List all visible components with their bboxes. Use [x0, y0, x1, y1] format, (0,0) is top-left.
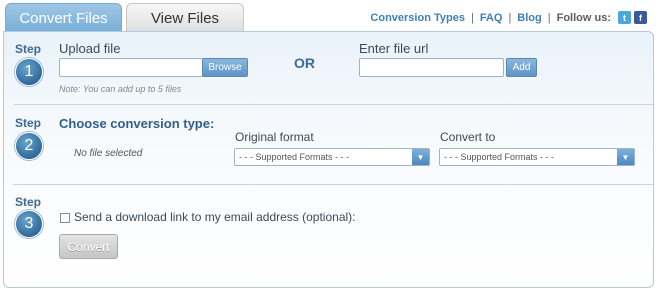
separator: |	[508, 11, 512, 24]
step-1-label: Step	[15, 42, 42, 56]
step-3-label: Step	[15, 195, 42, 209]
original-format-value: - - - Supported Formats - - -	[239, 152, 350, 162]
tab-view-files[interactable]: View Files	[126, 3, 244, 32]
divider	[13, 104, 653, 105]
add-button[interactable]: Add	[506, 58, 537, 77]
upload-file-label: Upload file	[59, 41, 121, 56]
conversion-type-heading: Choose conversion type:	[59, 116, 215, 131]
twitter-icon[interactable]: t	[618, 11, 631, 24]
convert-to-value: - - - Supported Formats - - -	[444, 152, 555, 162]
email-link-checkbox[interactable]	[60, 213, 70, 223]
faq-link[interactable]: FAQ	[480, 12, 503, 24]
blog-link[interactable]: Blog	[517, 12, 541, 24]
facebook-icon[interactable]: f	[634, 11, 647, 24]
original-format-select[interactable]: - - - Supported Formats - - - ▼	[234, 148, 430, 166]
original-format-label: Original format	[235, 130, 314, 144]
converter-panel: Step 1 Upload file Browse Note: You can …	[3, 31, 654, 288]
separator: |	[547, 11, 551, 24]
browse-button[interactable]: Browse	[202, 58, 248, 77]
tab-convert-files[interactable]: Convert Files	[5, 3, 122, 32]
step-3-number: 3	[15, 210, 43, 238]
tab-view-files-label: View Files	[150, 9, 220, 27]
follow-us-label: Follow us:	[556, 11, 611, 24]
step-2-number: 2	[15, 132, 43, 160]
chevron-down-icon: ▼	[617, 149, 634, 165]
step-1-number: 1	[15, 58, 43, 86]
chevron-down-icon: ▼	[412, 149, 429, 165]
separator: |	[470, 11, 474, 24]
top-links: Conversion Types | FAQ | Blog | Follow u…	[370, 11, 647, 24]
file-url-label: Enter file url	[359, 41, 429, 56]
upload-file-input[interactable]	[59, 58, 203, 77]
or-label: OR	[294, 55, 315, 71]
upload-note: Note: You can add up to 5 files	[59, 84, 182, 94]
file-url-input[interactable]	[359, 58, 504, 77]
email-link-label: Send a download link to my email address…	[74, 210, 356, 224]
tab-convert-files-label: Convert Files	[19, 9, 108, 27]
divider	[13, 184, 653, 185]
convert-to-label: Convert to	[440, 130, 496, 144]
convert-button[interactable]: Convert	[59, 234, 118, 259]
conversion-types-link[interactable]: Conversion Types	[370, 12, 465, 24]
no-file-selected: No file selected	[74, 148, 143, 159]
convert-to-select[interactable]: - - - Supported Formats - - - ▼	[439, 148, 635, 166]
step-2-label: Step	[15, 116, 42, 130]
